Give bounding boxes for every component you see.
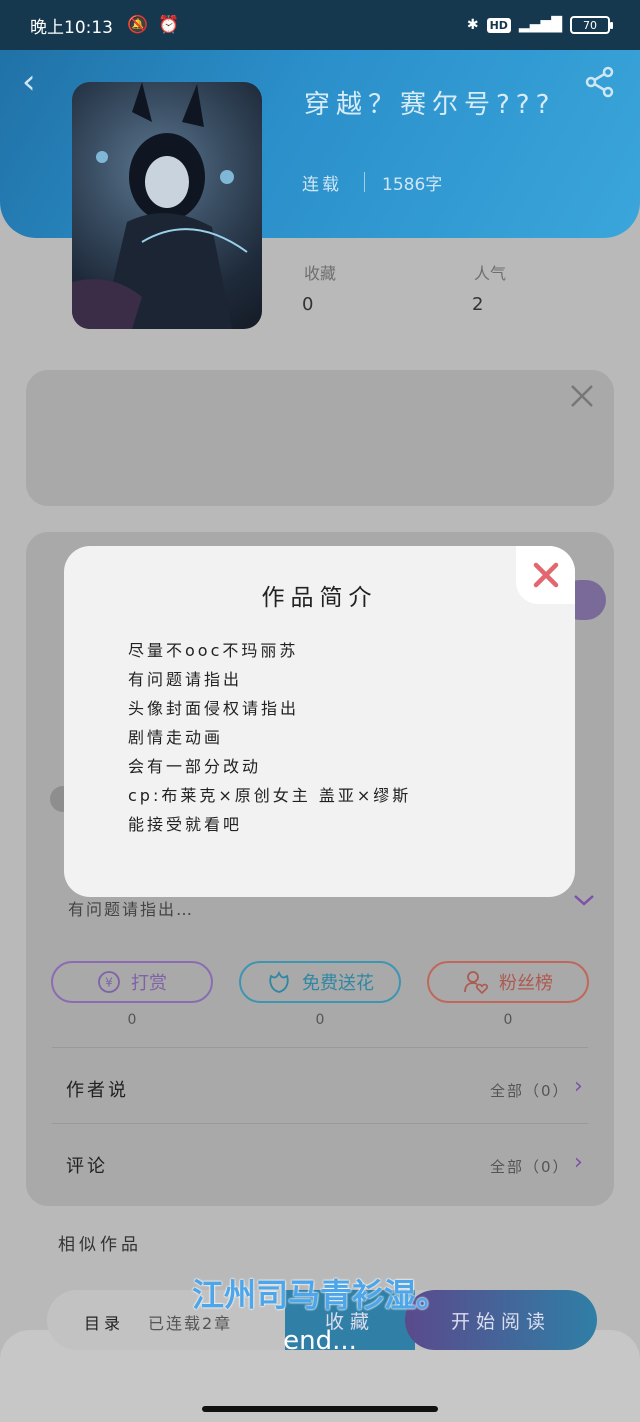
chevron-down-icon[interactable] <box>572 892 596 908</box>
alarm-icon: ⏰ <box>158 15 180 35</box>
status-bar: 晚上10:13 🔕 ⏰ ✱ HD ▂▄▆█ 70 <box>0 0 640 50</box>
reward-label: 打赏 <box>131 973 167 994</box>
home-indicator[interactable] <box>202 1406 438 1412</box>
stat-favorites-label: 收藏 <box>304 264 337 283</box>
description-line: 有问题请指出 <box>128 670 243 689</box>
book-title: 穿越？赛尔号??? <box>304 90 556 120</box>
authors-note-link[interactable]: 全部（0） <box>490 1080 570 1101</box>
intro-preview: 有问题请指出… <box>68 900 195 919</box>
chevron-right-icon[interactable]: › <box>574 1150 583 1175</box>
row-divider <box>52 1123 588 1124</box>
authors-note-label: 作者说 <box>66 1080 129 1101</box>
description-line: 剧情走动画 <box>128 728 224 747</box>
user-heart-icon <box>464 971 489 995</box>
description-line: 会有一部分改动 <box>128 757 262 776</box>
word-count: 1586字 <box>382 175 443 195</box>
placeholder-card <box>26 370 614 506</box>
reward-button[interactable]: ¥ 打赏 <box>51 961 213 1003</box>
mute-icon: 🔕 <box>127 15 149 35</box>
fan-ranking-label: 粉丝榜 <box>499 973 553 994</box>
yen-coin-icon: ¥ <box>98 971 120 993</box>
description-line: 尽量不ooc不玛丽苏 <box>128 641 299 660</box>
chevron-right-icon[interactable]: › <box>574 1074 583 1099</box>
close-icon[interactable] <box>570 384 594 408</box>
status-divider <box>364 172 365 192</box>
svg-text:¥: ¥ <box>105 976 113 990</box>
send-flower-label: 免费送花 <box>302 973 374 994</box>
similar-works-heading: 相似作品 <box>58 1235 142 1255</box>
stat-popularity-value: 2 <box>472 294 484 315</box>
signal-icon: ▂▄▆█ <box>518 17 562 33</box>
flower-icon <box>269 970 289 993</box>
book-cover-image[interactable] <box>72 82 262 329</box>
description-line: 能接受就看吧 <box>128 815 243 834</box>
book-status: 连载 <box>302 175 342 195</box>
battery-indicator: 70 <box>570 16 613 34</box>
comments-label: 评论 <box>66 1156 108 1177</box>
description-line: cp:布莱克×原创女主 盖亚×缪斯 <box>128 786 412 805</box>
fans-count: 0 <box>503 1012 513 1028</box>
reward-count: 0 <box>127 1012 137 1028</box>
back-icon[interactable]: ‹ <box>22 62 54 102</box>
stat-favorites-value: 0 <box>302 294 314 315</box>
hd-icon: HD <box>486 17 511 33</box>
modal-description: 尽量不ooc不玛丽苏 有问题请指出 头像封面侵权请指出 剧情走动画 会有一部分改… <box>128 636 558 839</box>
description-line: 头像封面侵权请指出 <box>128 699 300 718</box>
flower-count: 0 <box>315 1012 325 1028</box>
row-divider <box>52 1047 588 1048</box>
bluetooth-icon: ✱ <box>466 17 479 33</box>
send-flower-button[interactable]: 免费送花 <box>239 961 401 1003</box>
comments-link[interactable]: 全部（0） <box>490 1156 570 1177</box>
video-subtitle-english: end... <box>283 1326 357 1356</box>
share-icon[interactable] <box>580 62 620 102</box>
modal-title: 作品简介 <box>261 585 378 611</box>
fan-ranking-button[interactable]: 粉丝榜 <box>427 961 589 1003</box>
stat-popularity-label: 人气 <box>474 264 507 283</box>
video-subtitle-chinese: 江州司马青衫湿。 <box>191 1276 448 1314</box>
status-time: 晚上10:13 <box>30 17 113 38</box>
